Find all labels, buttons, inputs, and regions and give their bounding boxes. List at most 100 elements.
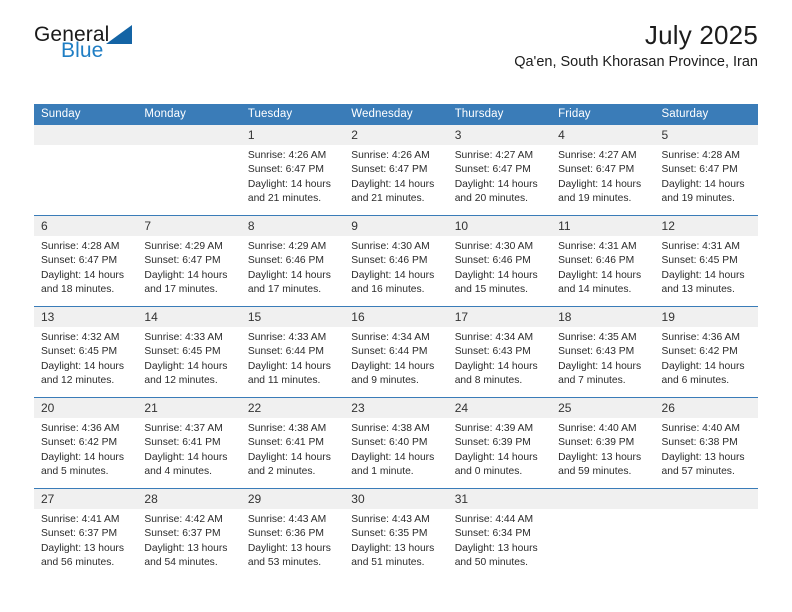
day-details: Sunrise: 4:26 AM Sunset: 6:47 PM Daylight:… [344,145,447,206]
calendar-day-cell-empty [551,488,655,579]
sunrise-time: Sunrise: 4:29 AM [247,241,327,252]
logo-triangle-icon [106,25,133,44]
daylight-duration: Daylight: 14 hours and 9 minutes. [351,360,435,386]
day-details: Sunrise: 4:27 AM Sunset: 6:47 PM Daylight:… [448,145,551,206]
calendar-day-cell[interactable]: 3 Sunrise: 4:27 AM Sunset: 6:47 PM Daylight… [447,125,552,216]
sunset-time: Sunset: 6:47 PM [247,164,324,176]
calendar-day-cell[interactable]: 30 Sunrise: 4:43 AM Sunset: 6:35 PM Dayligh… [344,488,448,579]
day-details: Sunrise: 4:26 AM Sunset: 6:47 PM Daylight:… [241,145,344,206]
day-details: Sunrise: 4:36 AM Sunset: 6:42 PM Daylight:… [34,418,137,479]
sunrise-time: Sunrise: 4:40 AM [558,423,637,434]
sunset-time: Sunset: 6:47 PM [41,255,118,267]
daylight-duration: Daylight: 14 hours and 19 minutes. [558,178,642,204]
weekday-header-sunday: Sunday [34,104,138,125]
calendar-day-cell[interactable]: 10 Sunrise: 4:30 AM Sunset: 6:46 PM Dayligh… [447,215,552,307]
day-number: 2 [344,125,448,145]
day-details: Sunrise: 4:40 AM Sunset: 6:38 PM Daylight:… [655,418,758,479]
calendar-day-cell[interactable]: 15 Sunrise: 4:33 AM Sunset: 6:44 PM Dayligh… [240,306,345,398]
calendar-day-cell[interactable]: 17 Sunrise: 4:34 AM Sunset: 6:43 PM Dayligh… [447,306,552,398]
calendar-day-cell[interactable]: 24 Sunrise: 4:39 AM Sunset: 6:39 PM Dayligh… [447,397,552,489]
daylight-duration: Daylight: 14 hours and 12 minutes. [144,360,228,386]
calendar-day-cell[interactable]: 31 Sunrise: 4:44 AM Sunset: 6:34 PM Dayligh… [447,488,552,579]
daylight-duration: Daylight: 13 hours and 59 minutes. [558,451,642,477]
calendar-day-cell[interactable]: 21 Sunrise: 4:37 AM Sunset: 6:41 PM Dayligh… [137,397,241,489]
daylight-duration: Daylight: 13 hours and 56 minutes. [41,542,124,568]
calendar-day-cell[interactable]: 8 Sunrise: 4:29 AM Sunset: 6:46 PM Daylight… [240,215,345,307]
sunset-time: Sunset: 6:43 PM [558,346,635,358]
sunset-time: Sunset: 6:36 PM [247,528,324,540]
sunrise-time: Sunrise: 4:27 AM [454,150,534,161]
calendar-day-cell[interactable]: 14 Sunrise: 4:33 AM Sunset: 6:45 PM Dayligh… [137,306,241,398]
sunrise-time: Sunrise: 4:26 AM [351,150,430,161]
sunset-time: Sunset: 6:43 PM [454,346,531,358]
calendar-week-row: 13 Sunrise: 4:32 AM Sunset: 6:45 PM Dayligh… [34,306,758,398]
sunset-time: Sunset: 6:46 PM [247,255,324,267]
sunrise-time: Sunrise: 4:31 AM [558,241,637,252]
daylight-duration: Daylight: 14 hours and 21 minutes. [351,178,435,204]
day-details: Sunrise: 4:31 AM Sunset: 6:45 PM Daylight:… [655,236,758,297]
logo-text-blue: Blue [61,39,104,62]
day-number [137,125,241,145]
day-details: Sunrise: 4:33 AM Sunset: 6:44 PM Daylight:… [241,327,344,388]
page-title: July 2025 [644,20,758,50]
calendar-day-cell[interactable]: 7 Sunrise: 4:29 AM Sunset: 6:47 PM Daylight… [137,215,241,307]
sunset-time: Sunset: 6:45 PM [144,346,221,358]
day-number: 24 [447,398,552,418]
day-number: 5 [654,125,758,145]
sunset-time: Sunset: 6:47 PM [454,164,531,176]
calendar-day-cell[interactable]: 16 Sunrise: 4:34 AM Sunset: 6:44 PM Dayligh… [344,306,448,398]
sunset-time: Sunset: 6:47 PM [351,164,428,176]
sunrise-time: Sunrise: 4:30 AM [351,241,430,252]
calendar-page: General Blue July 2025 Qa'en, South Khor… [0,0,792,612]
general-blue-logo[interactable]: General Blue [34,24,274,80]
daylight-duration: Daylight: 14 hours and 11 minutes. [247,360,331,386]
calendar-day-cell[interactable]: 26 Sunrise: 4:40 AM Sunset: 6:38 PM Dayligh… [654,397,758,489]
daylight-duration: Daylight: 14 hours and 21 minutes. [247,178,331,204]
day-details: Sunrise: 4:32 AM Sunset: 6:45 PM Daylight:… [34,327,137,388]
day-number: 31 [447,489,552,509]
sunrise-time: Sunrise: 4:29 AM [144,241,223,252]
sunrise-time: Sunrise: 4:38 AM [351,423,430,434]
calendar-day-cell[interactable]: 2 Sunrise: 4:26 AM Sunset: 6:47 PM Daylight… [344,125,448,216]
day-details: Sunrise: 4:34 AM Sunset: 6:43 PM Daylight:… [448,327,551,388]
daylight-duration: Daylight: 14 hours and 17 minutes. [247,269,331,295]
calendar-day-cell[interactable]: 19 Sunrise: 4:36 AM Sunset: 6:42 PM Dayligh… [654,306,758,398]
calendar-day-cell[interactable]: 22 Sunrise: 4:38 AM Sunset: 6:41 PM Dayligh… [240,397,345,489]
day-details: Sunrise: 4:38 AM Sunset: 6:40 PM Daylight:… [344,418,447,479]
calendar-day-cell[interactable]: 29 Sunrise: 4:43 AM Sunset: 6:36 PM Dayligh… [240,488,345,579]
calendar-day-cell[interactable]: 18 Sunrise: 4:35 AM Sunset: 6:43 PM Dayligh… [551,306,655,398]
daylight-duration: Daylight: 14 hours and 6 minutes. [661,360,745,386]
daylight-duration: Daylight: 13 hours and 51 minutes. [351,542,435,568]
sunset-time: Sunset: 6:40 PM [351,437,428,449]
calendar-day-cell[interactable]: 20 Sunrise: 4:36 AM Sunset: 6:42 PM Dayligh… [34,397,138,489]
calendar-day-cell[interactable]: 11 Sunrise: 4:31 AM Sunset: 6:46 PM Dayligh… [551,215,655,307]
weekday-header-tuesday: Tuesday [240,104,345,125]
sunrise-time: Sunrise: 4:31 AM [661,241,740,252]
calendar-day-cell[interactable]: 9 Sunrise: 4:30 AM Sunset: 6:46 PM Daylight… [344,215,448,307]
sunset-time: Sunset: 6:47 PM [661,164,738,176]
sunset-time: Sunset: 6:44 PM [247,346,324,358]
calendar-day-cell[interactable]: 1 Sunrise: 4:26 AM Sunset: 6:47 PM Daylight… [240,125,345,216]
sunrise-time: Sunrise: 4:42 AM [144,514,223,525]
weekday-header-row: Sunday Monday Tuesday Wednesday Thursday… [34,104,758,125]
calendar-day-cell[interactable]: 4 Sunrise: 4:27 AM Sunset: 6:47 PM Daylight… [551,125,655,216]
calendar-day-cell[interactable]: 25 Sunrise: 4:40 AM Sunset: 6:39 PM Dayligh… [551,397,655,489]
sunset-time: Sunset: 6:46 PM [454,255,531,267]
calendar-day-cell[interactable]: 6 Sunrise: 4:28 AM Sunset: 6:47 PM Daylight… [34,215,138,307]
day-number: 1 [240,125,345,145]
sunset-time: Sunset: 6:45 PM [661,255,738,267]
calendar-day-cell[interactable]: 5 Sunrise: 4:28 AM Sunset: 6:47 PM Daylight… [654,125,758,216]
sunset-time: Sunset: 6:46 PM [558,255,635,267]
calendar-day-cell[interactable]: 27 Sunrise: 4:41 AM Sunset: 6:37 PM Dayligh… [34,488,138,579]
sunset-time: Sunset: 6:44 PM [351,346,428,358]
sunset-time: Sunset: 6:34 PM [454,528,531,540]
daylight-duration: Daylight: 14 hours and 14 minutes. [558,269,642,295]
calendar-day-cell[interactable]: 28 Sunrise: 4:42 AM Sunset: 6:37 PM Dayligh… [137,488,241,579]
calendar-day-cell-empty [137,125,241,216]
daylight-duration: Daylight: 14 hours and 16 minutes. [351,269,435,295]
calendar-day-cell[interactable]: 12 Sunrise: 4:31 AM Sunset: 6:45 PM Dayligh… [654,215,758,307]
calendar-day-cell[interactable]: 23 Sunrise: 4:38 AM Sunset: 6:40 PM Dayligh… [344,397,448,489]
calendar-day-cell[interactable]: 13 Sunrise: 4:32 AM Sunset: 6:45 PM Dayligh… [34,306,138,398]
day-number: 4 [551,125,655,145]
day-details: Sunrise: 4:28 AM Sunset: 6:47 PM Daylight:… [655,145,758,206]
